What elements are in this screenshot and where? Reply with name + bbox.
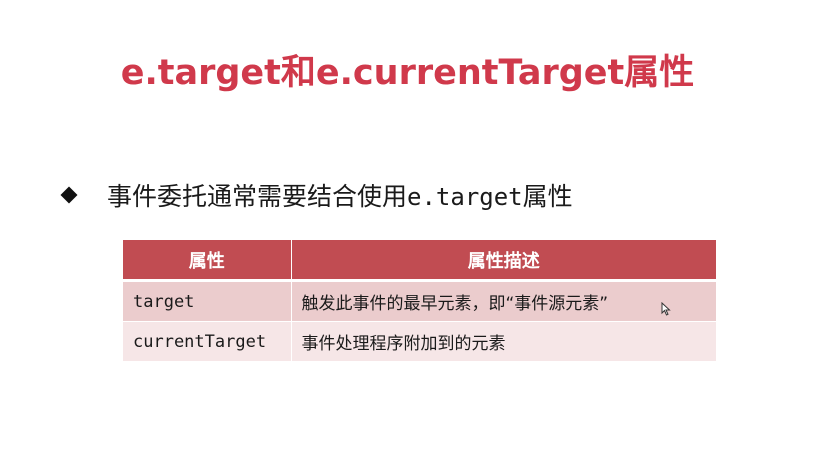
bullet-code: e.target bbox=[407, 183, 523, 211]
slide: e.target和e.currentTarget属性 事件委托通常需要结合使用e… bbox=[0, 0, 815, 461]
property-description: 事件处理程序附加到的元素 bbox=[290, 321, 716, 361]
bullet-point: 事件委托通常需要结合使用e.target属性 bbox=[57, 175, 573, 215]
table-row: currentTarget 事件处理程序附加到的元素 bbox=[123, 321, 716, 361]
property-table: 属性 属性描述 target 触发此事件的最早元素，即“事件源元素” curre… bbox=[123, 240, 716, 361]
property-name: currentTarget bbox=[123, 321, 291, 361]
bullet-text: 事件委托通常需要结合使用e.target属性 bbox=[107, 177, 573, 213]
header-property: 属性 bbox=[123, 240, 291, 282]
property-description: 触发此事件的最早元素，即“事件源元素” bbox=[290, 280, 716, 322]
bullet-text-after: 属性 bbox=[522, 182, 573, 211]
property-name: target bbox=[123, 280, 291, 322]
table-row: target 触发此事件的最早元素，即“事件源元素” bbox=[123, 280, 716, 322]
bullet-text-before: 事件委托通常需要结合使用 bbox=[107, 182, 408, 211]
mouse-cursor-icon bbox=[661, 302, 671, 316]
header-description: 属性描述 bbox=[290, 240, 716, 282]
diamond-bullet-icon bbox=[60, 186, 78, 204]
slide-title: e.target和e.currentTarget属性 bbox=[120, 53, 695, 93]
table-header-row: 属性 属性描述 bbox=[123, 240, 716, 282]
